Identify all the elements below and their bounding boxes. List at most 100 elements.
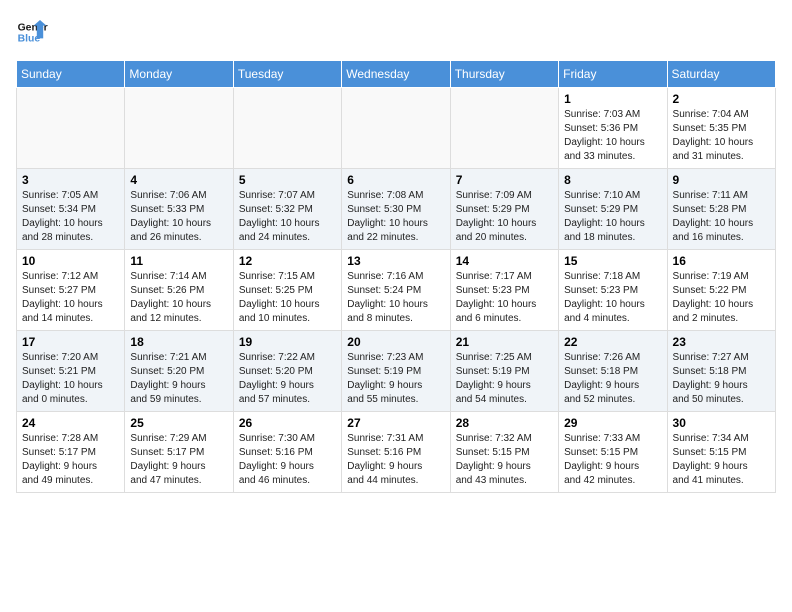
day-number: 30 — [673, 416, 770, 430]
calendar-header-row: SundayMondayTuesdayWednesdayThursdayFrid… — [17, 61, 776, 88]
calendar-day-cell: 26Sunrise: 7:30 AMSunset: 5:16 PMDayligh… — [233, 412, 341, 493]
calendar-day-cell: 24 Sunrise: 7:28 AMSunset: 5:17 PMDayligh… — [17, 412, 125, 493]
day-number: 3 — [22, 173, 119, 187]
calendar-table: SundayMondayTuesdayWednesdayThursdayFrid… — [16, 60, 776, 493]
day-number: 26 — [239, 416, 336, 430]
day-number: 23 — [673, 335, 770, 349]
calendar-day-cell: 28 Sunrise: 7:32 AMSunset: 5:15 PMDayligh… — [450, 412, 558, 493]
day-number: 15 — [564, 254, 661, 268]
day-number: 2 — [673, 92, 770, 106]
day-info: Sunrise: 7:31 AMSunset: 5:16 PMDaylight:… — [347, 432, 444, 488]
day-number: 9 — [673, 173, 770, 187]
calendar-day-cell: 4 Sunrise: 7:06 AMSunset: 5:33 PMDaylight… — [125, 169, 233, 250]
logo: General Blue — [16, 16, 48, 48]
day-of-week-header: Sunday — [17, 61, 125, 88]
calendar-day-cell: 6 Sunrise: 7:08 AMSunset: 5:30 PMDaylight… — [342, 169, 450, 250]
day-number: 10 — [22, 254, 119, 268]
day-number: 16 — [673, 254, 770, 268]
calendar-day-cell: 20Sunrise: 7:23 AMSunset: 5:19 PMDayligh… — [342, 331, 450, 412]
day-of-week-header: Monday — [125, 61, 233, 88]
day-info: Sunrise: 7:05 AMSunset: 5:34 PMDaylight:… — [22, 189, 119, 245]
calendar-day-cell: 3 Sunrise: 7:05 AMSunset: 5:34 PMDaylight… — [17, 169, 125, 250]
calendar-day-cell: 13 Sunrise: 7:16 AMSunset: 5:24 PMDayligh… — [342, 250, 450, 331]
day-info: Sunrise: 7:17 AMSunset: 5:23 PMDaylight:… — [456, 270, 553, 326]
calendar-day-cell: 2 Sunrise: 7:04 AMSunset: 5:35 PMDaylight… — [667, 88, 775, 169]
day-info: Sunrise: 7:11 AMSunset: 5:28 PMDaylight:… — [673, 189, 770, 245]
calendar-day-cell — [450, 88, 558, 169]
day-number: 20 — [347, 335, 444, 349]
day-number: 21 — [456, 335, 553, 349]
day-number: 18 — [130, 335, 227, 349]
day-info: Sunrise: 7:04 AMSunset: 5:35 PMDaylight:… — [673, 108, 770, 164]
day-of-week-header: Tuesday — [233, 61, 341, 88]
day-info: Sunrise: 7:22 AMSunset: 5:20 PMDaylight:… — [239, 351, 336, 407]
day-info: Sunrise: 7:25 AMSunset: 5:19 PMDaylight:… — [456, 351, 553, 407]
calendar-day-cell: 11 Sunrise: 7:14 AMSunset: 5:26 PMDayligh… — [125, 250, 233, 331]
day-info: Sunrise: 7:28 AMSunset: 5:17 PMDaylight:… — [22, 432, 119, 488]
calendar-day-cell: 7 Sunrise: 7:09 AMSunset: 5:29 PMDaylight… — [450, 169, 558, 250]
day-number: 19 — [239, 335, 336, 349]
day-number: 12 — [239, 254, 336, 268]
calendar-day-cell: 30 Sunrise: 7:34 AMSunset: 5:15 PMDayligh… — [667, 412, 775, 493]
calendar-day-cell: 14Sunrise: 7:17 AMSunset: 5:23 PMDayligh… — [450, 250, 558, 331]
day-number: 13 — [347, 254, 444, 268]
day-info: Sunrise: 7:21 AMSunset: 5:20 PMDaylight:… — [130, 351, 227, 407]
day-number: 5 — [239, 173, 336, 187]
day-info: Sunrise: 7:15 AMSunset: 5:25 PMDaylight:… — [239, 270, 336, 326]
day-number: 7 — [456, 173, 553, 187]
day-number: 8 — [564, 173, 661, 187]
day-info: Sunrise: 7:27 AMSunset: 5:18 PMDaylight:… — [673, 351, 770, 407]
calendar-day-cell: 1Sunrise: 7:03 AMSunset: 5:36 PMDaylight… — [559, 88, 667, 169]
calendar-day-cell: 12 Sunrise: 7:15 AMSunset: 5:25 PMDayligh… — [233, 250, 341, 331]
calendar-day-cell — [342, 88, 450, 169]
day-number: 28 — [456, 416, 553, 430]
day-number: 27 — [347, 416, 444, 430]
day-info: Sunrise: 7:19 AMSunset: 5:22 PMDaylight:… — [673, 270, 770, 326]
day-info: Sunrise: 7:34 AMSunset: 5:15 PMDaylight:… — [673, 432, 770, 488]
calendar-day-cell: 25Sunrise: 7:29 AMSunset: 5:17 PMDayligh… — [125, 412, 233, 493]
calendar-day-cell: 15 Sunrise: 7:18 AMSunset: 5:23 PMDayligh… — [559, 250, 667, 331]
day-info: Sunrise: 7:09 AMSunset: 5:29 PMDaylight:… — [456, 189, 553, 245]
day-number: 29 — [564, 416, 661, 430]
calendar-week-row: 3 Sunrise: 7:05 AMSunset: 5:34 PMDaylight… — [17, 169, 776, 250]
day-info: Sunrise: 7:33 AMSunset: 5:15 PMDaylight:… — [564, 432, 661, 488]
day-number: 4 — [130, 173, 227, 187]
day-of-week-header: Saturday — [667, 61, 775, 88]
day-info: Sunrise: 7:14 AMSunset: 5:26 PMDaylight:… — [130, 270, 227, 326]
calendar-week-row: 10Sunrise: 7:12 AMSunset: 5:27 PMDayligh… — [17, 250, 776, 331]
day-info: Sunrise: 7:07 AMSunset: 5:32 PMDaylight:… — [239, 189, 336, 245]
calendar-day-cell: 16 Sunrise: 7:19 AMSunset: 5:22 PMDayligh… — [667, 250, 775, 331]
day-number: 17 — [22, 335, 119, 349]
day-info: Sunrise: 7:10 AMSunset: 5:29 PMDaylight:… — [564, 189, 661, 245]
calendar-day-cell: 17Sunrise: 7:20 AMSunset: 5:21 PMDayligh… — [17, 331, 125, 412]
day-number: 1 — [564, 92, 661, 106]
day-info: Sunrise: 7:08 AMSunset: 5:30 PMDaylight:… — [347, 189, 444, 245]
day-number: 25 — [130, 416, 227, 430]
calendar-day-cell: 23 Sunrise: 7:27 AMSunset: 5:18 PMDayligh… — [667, 331, 775, 412]
day-of-week-header: Wednesday — [342, 61, 450, 88]
calendar-day-cell: 5 Sunrise: 7:07 AMSunset: 5:32 PMDaylight… — [233, 169, 341, 250]
day-number: 22 — [564, 335, 661, 349]
page-header: General Blue — [16, 16, 776, 48]
calendar-day-cell — [17, 88, 125, 169]
logo-icon: General Blue — [16, 16, 48, 48]
day-info: Sunrise: 7:26 AMSunset: 5:18 PMDaylight:… — [564, 351, 661, 407]
day-info: Sunrise: 7:06 AMSunset: 5:33 PMDaylight:… — [130, 189, 227, 245]
calendar-day-cell: 21 Sunrise: 7:25 AMSunset: 5:19 PMDayligh… — [450, 331, 558, 412]
day-number: 11 — [130, 254, 227, 268]
calendar-day-cell: 10Sunrise: 7:12 AMSunset: 5:27 PMDayligh… — [17, 250, 125, 331]
day-of-week-header: Thursday — [450, 61, 558, 88]
day-info: Sunrise: 7:16 AMSunset: 5:24 PMDaylight:… — [347, 270, 444, 326]
calendar-day-cell — [125, 88, 233, 169]
calendar-day-cell: 8 Sunrise: 7:10 AMSunset: 5:29 PMDaylight… — [559, 169, 667, 250]
calendar-day-cell — [233, 88, 341, 169]
day-number: 24 — [22, 416, 119, 430]
calendar-day-cell: 18 Sunrise: 7:21 AMSunset: 5:20 PMDayligh… — [125, 331, 233, 412]
calendar-day-cell: 27 Sunrise: 7:31 AMSunset: 5:16 PMDayligh… — [342, 412, 450, 493]
day-number: 6 — [347, 173, 444, 187]
calendar-week-row: 24 Sunrise: 7:28 AMSunset: 5:17 PMDayligh… — [17, 412, 776, 493]
day-info: Sunrise: 7:18 AMSunset: 5:23 PMDaylight:… — [564, 270, 661, 326]
day-info: Sunrise: 7:32 AMSunset: 5:15 PMDaylight:… — [456, 432, 553, 488]
calendar-week-row: 17Sunrise: 7:20 AMSunset: 5:21 PMDayligh… — [17, 331, 776, 412]
calendar-day-cell: 22 Sunrise: 7:26 AMSunset: 5:18 PMDayligh… — [559, 331, 667, 412]
